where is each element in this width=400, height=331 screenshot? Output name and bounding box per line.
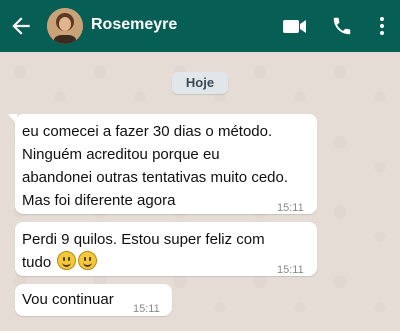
message-time: 15:11 (133, 303, 160, 315)
contact-name[interactable]: Rosemeyre (91, 16, 177, 34)
message-time: 15:11 (277, 264, 304, 276)
date-divider: Hoje (172, 72, 228, 94)
back-arrow-icon[interactable] (8, 13, 34, 39)
message-line: eu comecei a fazer 30 dias o método. (22, 123, 273, 140)
bubble-tail (8, 114, 17, 124)
message-line-text: tudo (22, 254, 52, 271)
message-text: Vou continuar (22, 288, 114, 311)
message-line: abandonei outras tentativas muito cedo. (22, 169, 289, 186)
phone-icon[interactable] (331, 14, 353, 38)
smiling-face-emoji (57, 251, 77, 270)
message-time: 15:11 (277, 202, 304, 214)
message-line: Mas foi diferente agora (22, 192, 176, 209)
more-options-icon[interactable] (375, 14, 389, 38)
message-line: Perdi 9 quilos. Estou super feliz com (22, 231, 265, 248)
message-bubble[interactable]: eu comecei a fazer 30 dias o método. Nin… (8, 114, 317, 214)
message-text: eu comecei a fazer 30 dias o método. Nin… (22, 120, 288, 212)
message-line: Vou continuar (22, 291, 114, 308)
message-line: Ninguém acreditou porque eu (22, 146, 220, 163)
message-text: Perdi 9 quilos. Estou super feliz com tu… (22, 228, 265, 274)
avatar[interactable] (47, 8, 83, 44)
chat-header: Rosemeyre (0, 0, 400, 52)
message-bubble[interactable]: Vou continuar 15:11 (15, 284, 172, 316)
smiling-face-emoji (78, 251, 98, 270)
message-line: tudo (22, 251, 265, 274)
video-call-icon[interactable] (282, 14, 308, 38)
message-bubble[interactable]: Perdi 9 quilos. Estou super feliz com tu… (15, 222, 317, 276)
